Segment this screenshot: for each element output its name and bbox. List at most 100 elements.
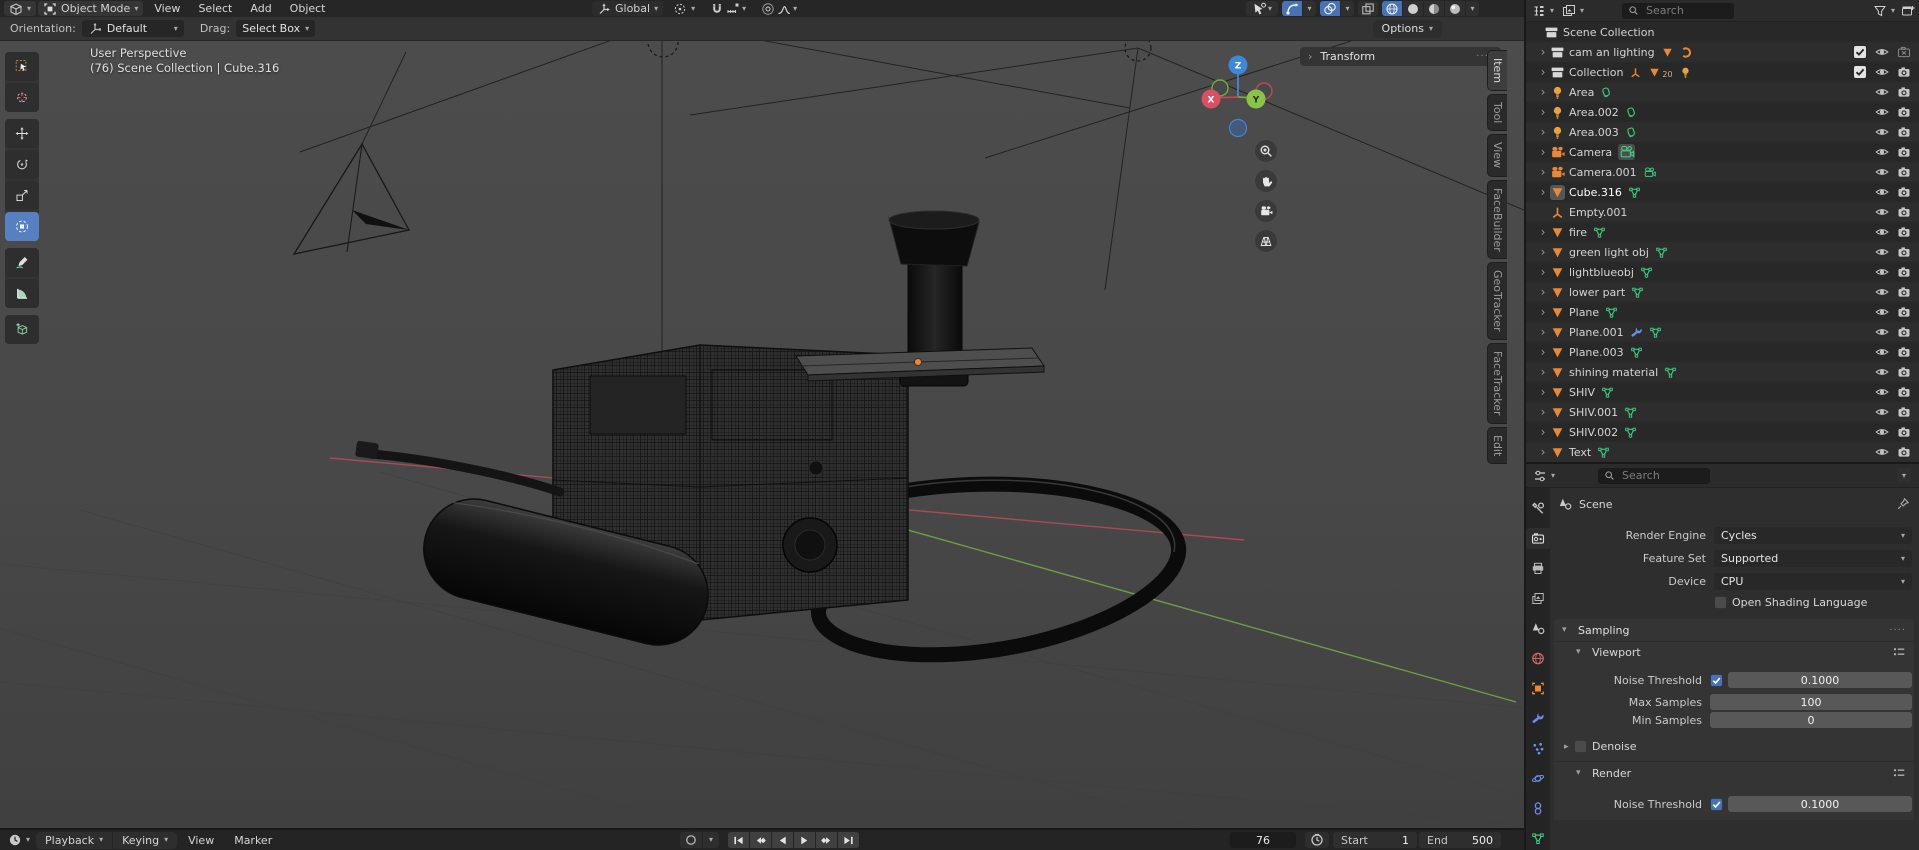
pan-button[interactable] — [1255, 170, 1277, 192]
hide-viewport-toggle[interactable] — [1875, 145, 1889, 159]
noise-threshold-field[interactable]: 0.1000 — [1728, 672, 1912, 688]
outliner-row[interactable]: ›Area.002 — [1526, 102, 1919, 122]
current-frame-field[interactable]: 76 — [1230, 832, 1296, 848]
prev-keyframe-button[interactable] — [750, 832, 771, 848]
options-button[interactable]: Options ▾ — [1373, 20, 1442, 38]
outliner-row[interactable]: ›Area.003 — [1526, 122, 1919, 142]
properties-tab-physics[interactable] — [1526, 768, 1550, 789]
viewport-subpanel-header[interactable]: ▾ Viewport — [1554, 641, 1914, 662]
overlays-dropdown[interactable]: ▾ — [1341, 1, 1354, 16]
hide-viewport-toggle[interactable] — [1875, 165, 1889, 179]
hide-viewport-toggle[interactable] — [1875, 445, 1889, 459]
xray-toggle[interactable] — [1358, 1, 1378, 16]
hide-viewport-toggle[interactable] — [1875, 425, 1889, 439]
expand-arrow-icon[interactable]: › — [1536, 266, 1550, 278]
orientation-default-dropdown[interactable]: Default ▾ — [82, 20, 184, 37]
transform-orientation-dropdown[interactable]: Global ▾ — [592, 1, 663, 16]
filter-dropdown[interactable]: ▾ — [1871, 3, 1897, 18]
disable-render-toggle[interactable] — [1897, 265, 1911, 279]
hide-viewport-toggle[interactable] — [1875, 105, 1889, 119]
expand-arrow-icon[interactable]: › — [1536, 326, 1550, 338]
properties-search-input[interactable] — [1620, 468, 1704, 483]
collection-checkbox[interactable] — [1853, 45, 1867, 59]
camera-view-button[interactable] — [1255, 200, 1277, 222]
hide-viewport-toggle[interactable] — [1875, 405, 1889, 419]
disable-render-toggle[interactable] — [1897, 305, 1911, 319]
hide-viewport-toggle[interactable] — [1875, 185, 1889, 199]
expand-arrow-icon[interactable]: › — [1536, 386, 1550, 398]
properties-options-dropdown[interactable]: ▾ — [1897, 468, 1911, 483]
tab-edit[interactable]: Edit — [1487, 427, 1507, 464]
properties-tab-world[interactable] — [1526, 648, 1550, 669]
expand-arrow-icon[interactable]: › — [1536, 346, 1550, 358]
axis-minus-z-ball[interactable] — [1230, 120, 1247, 137]
timeline-editor-type-button[interactable]: ▾ — [4, 833, 34, 848]
disable-render-toggle[interactable] — [1897, 45, 1911, 59]
collection-checkbox[interactable] — [1853, 65, 1867, 79]
hide-viewport-toggle[interactable] — [1875, 285, 1889, 299]
expand-arrow-icon[interactable]: › — [1536, 186, 1550, 198]
disable-render-toggle[interactable] — [1897, 285, 1911, 299]
noise-threshold-checkbox[interactable] — [1710, 674, 1723, 687]
outliner-row[interactable]: ›lower part — [1526, 282, 1919, 302]
expand-arrow-icon[interactable]: › — [1536, 286, 1550, 298]
tab-view[interactable]: View — [1487, 134, 1507, 176]
outliner-row[interactable]: Scene Collection — [1526, 22, 1919, 42]
hide-viewport-toggle[interactable] — [1875, 345, 1889, 359]
outliner-row[interactable]: ›Cube.316 — [1526, 182, 1919, 202]
outliner-search-input[interactable] — [1644, 3, 1728, 18]
hide-viewport-toggle[interactable] — [1875, 325, 1889, 339]
add-cube-tool-button[interactable] — [5, 315, 39, 344]
expand-arrow-icon[interactable]: › — [1536, 406, 1550, 418]
hide-viewport-toggle[interactable] — [1875, 225, 1889, 239]
show-overlays-toggle[interactable] — [1320, 1, 1340, 16]
hide-viewport-toggle[interactable] — [1875, 125, 1889, 139]
editor-type-button[interactable]: ▾ — [4, 1, 36, 16]
outliner-row[interactable]: ›SHIV — [1526, 382, 1919, 402]
menu-view[interactable]: View — [145, 1, 189, 16]
menu-select[interactable]: Select — [189, 1, 241, 16]
outliner-row[interactable]: Empty.001 — [1526, 202, 1919, 222]
disable-render-toggle[interactable] — [1897, 225, 1911, 239]
outliner-row[interactable]: ›Text — [1526, 442, 1919, 462]
disable-render-toggle[interactable] — [1897, 165, 1911, 179]
expand-arrow-icon[interactable]: › — [1536, 366, 1550, 378]
disable-render-toggle[interactable] — [1897, 105, 1911, 119]
outliner-row[interactable]: ›Camera.001 — [1526, 162, 1919, 182]
sampling-panel-header[interactable]: ▾ Sampling ···· — [1554, 619, 1914, 641]
outliner-editor-type-button[interactable]: ▾ — [1530, 3, 1556, 18]
axis-y-ball[interactable]: Y — [1247, 90, 1266, 109]
outliner-row[interactable]: ›green light obj — [1526, 242, 1919, 262]
expand-arrow-icon[interactable]: › — [1536, 86, 1550, 98]
hide-viewport-toggle[interactable] — [1875, 365, 1889, 379]
properties-tab-view-layer[interactable] — [1526, 588, 1550, 609]
pivot-point-dropdown[interactable]: ▾ — [668, 1, 700, 16]
outliner-row[interactable]: ›Camera — [1526, 142, 1919, 162]
gizmos-dropdown[interactable]: ▾ — [1303, 1, 1316, 16]
preset-icon[interactable] — [1892, 645, 1906, 659]
select-box-tool-button[interactable] — [5, 52, 39, 81]
expand-arrow-icon[interactable]: › — [1536, 106, 1550, 118]
frame-end-field[interactable]: End 500 — [1419, 832, 1501, 848]
hide-viewport-toggle[interactable] — [1875, 385, 1889, 399]
display-m-dropdown[interactable]: ▾ — [1560, 3, 1586, 18]
cursor-tool-button[interactable] — [5, 83, 39, 112]
disable-render-toggle[interactable] — [1897, 205, 1911, 219]
tab-item[interactable]: Item — [1487, 50, 1507, 91]
timeline-menu-keying[interactable]: Keying▾ — [113, 832, 177, 849]
ortho-grid-button[interactable] — [1255, 230, 1277, 252]
shading-wireframe-button[interactable] — [1382, 1, 1402, 16]
expand-arrow-icon[interactable]: › — [1536, 46, 1550, 58]
disable-render-toggle[interactable] — [1897, 405, 1911, 419]
properties-tab-object[interactable] — [1526, 678, 1550, 699]
move-tool-button[interactable] — [5, 119, 39, 148]
show-gizmos-toggle[interactable] — [1282, 1, 1302, 16]
transform-tool-button[interactable] — [5, 212, 39, 241]
hide-viewport-toggle[interactable] — [1875, 65, 1889, 79]
outliner-row[interactable]: ›Plane.001 — [1526, 322, 1919, 342]
viewport-canvas[interactable]: User Perspective (76) Scene Collection |… — [0, 40, 1524, 828]
timeline-menu-marker[interactable]: Marker — [225, 832, 281, 849]
zoom-button[interactable] — [1255, 140, 1277, 162]
expand-arrow-icon[interactable]: › — [1536, 166, 1550, 178]
shading-rendered-button[interactable] — [1445, 1, 1465, 16]
